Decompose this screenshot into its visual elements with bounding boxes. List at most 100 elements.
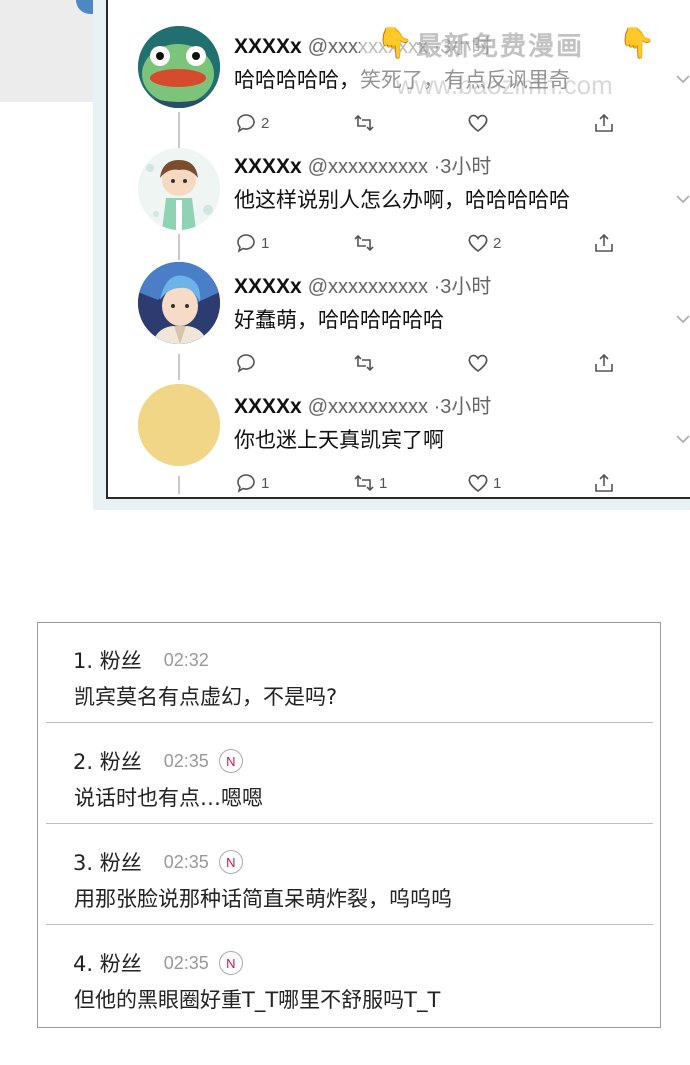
chevron-down-icon[interactable]	[674, 190, 690, 208]
comment-text: 用那张脸说那种话简直呆萌炸裂，呜呜呜	[74, 887, 452, 911]
retweet-icon	[354, 474, 374, 492]
tweet-handle-time: @xxxxxxxxxx ·3小时	[307, 156, 492, 178]
reply-count: 2	[261, 114, 270, 132]
divider	[46, 823, 653, 824]
reply-count: 1	[261, 234, 270, 252]
chevron-down-icon[interactable]	[674, 70, 690, 88]
like-button[interactable]: 2	[466, 230, 501, 256]
tweet-2: XXXXx @xxxxxxxxxx ·3小时 他这样说别人怎么办啊，哈哈哈哈哈 1…	[108, 140, 690, 260]
reply-button[interactable]: 1	[234, 230, 269, 256]
watermark-overlay: 👇 最新免费漫画 👇 www.baozimh.com	[360, 20, 668, 106]
tweet-handle-time: @xxxxxxxxxx ·3小时	[307, 276, 492, 298]
share-icon	[595, 233, 613, 252]
new-badge: N	[218, 951, 243, 975]
tweet-header: XXXXx@xxxxxxxxxx ·3小时	[234, 390, 491, 419]
comment-time: 02:35	[163, 952, 209, 973]
share-icon	[595, 473, 613, 492]
comment-text: 凯宾莫名有点虚幻，不是吗?	[74, 685, 338, 709]
thread-connector	[178, 234, 180, 260]
reply-icon	[237, 354, 255, 373]
tweet-author-name[interactable]: XXXXx	[234, 35, 302, 58]
avatar[interactable]	[138, 26, 220, 108]
comment-header: 2. 粉丝 02:35 N	[73, 746, 243, 776]
share-button[interactable]	[592, 350, 616, 376]
reply-button[interactable]: 1	[234, 470, 269, 496]
heart-icon	[468, 114, 488, 133]
boy-chibi-avatar-icon	[138, 148, 220, 230]
pointing-hand-icon: 👇	[618, 26, 656, 61]
list-item[interactable]: 3. 粉丝 02:35 N 用那张脸说那种话简直呆萌炸裂，呜呜呜	[38, 825, 659, 925]
thread-connector	[178, 476, 180, 494]
pointing-hand-icon: 👇	[376, 26, 414, 61]
watermark-url: www.baozimh.com	[396, 70, 613, 100]
share-button[interactable]	[592, 470, 616, 496]
tweet-handle-time: @xxxxxxxxxx ·3小时	[307, 396, 492, 418]
comment-user: 3. 粉丝	[73, 851, 142, 875]
tweet-actions: 1 1 1	[234, 470, 634, 498]
tweet-author-name[interactable]: XXXXx	[234, 395, 302, 418]
tweet-author-name[interactable]: XXXXx	[234, 155, 302, 178]
comment-time: 02:32	[163, 649, 209, 670]
reply-icon	[237, 234, 255, 253]
retweet-icon	[354, 114, 374, 132]
share-button[interactable]	[592, 230, 616, 256]
tweet-header: XXXXx@xxxxxxxxxx ·3小时	[234, 150, 491, 179]
comment-header: 1. 粉丝 02:32	[73, 645, 209, 675]
list-item[interactable]: 1. 粉丝 02:32 凯宾莫名有点虚幻，不是吗?	[38, 623, 659, 723]
divider	[46, 722, 653, 723]
yellow-circle-avatar-icon	[138, 384, 220, 466]
tweet-3: XXXXx @xxxxxxxxxx ·3小时 好蠢萌，哈哈哈哈哈哈	[108, 260, 690, 380]
comment-user: 1. 粉丝	[73, 649, 142, 673]
comment-time: 02:35	[163, 851, 209, 872]
tweet-text: 好蠢萌，哈哈哈哈哈哈	[234, 308, 444, 332]
like-button[interactable]: 1	[466, 470, 501, 496]
retweet-button[interactable]	[352, 110, 379, 136]
tweet-actions	[234, 350, 634, 378]
reply-count: 1	[261, 474, 270, 492]
green-character-avatar-icon	[138, 26, 220, 108]
comment-text: 说话时也有点…嗯嗯	[74, 786, 263, 810]
comment-user: 2. 粉丝	[73, 750, 142, 774]
tweet-actions: 2	[234, 110, 634, 138]
comment-text: 但他的黑眼圈好重T_T哪里不舒服吗T_T	[74, 988, 441, 1012]
list-item[interactable]: 4. 粉丝 02:35 N 但他的黑眼圈好重T_T哪里不舒服吗T_T	[38, 926, 659, 1026]
reply-button[interactable]: 2	[234, 110, 269, 136]
share-icon	[595, 353, 613, 372]
thread-connector	[178, 112, 180, 140]
tweet-4: XXXXx @xxxxxxxxxx ·3小时 你也迷上天真凯宾了啊 1 1 1	[108, 380, 690, 500]
reply-button[interactable]	[234, 350, 261, 376]
like-button[interactable]	[466, 110, 493, 136]
like-button[interactable]	[466, 350, 493, 376]
list-item[interactable]: 2. 粉丝 02:35 N 说话时也有点…嗯嗯	[38, 724, 659, 824]
comment-list: 1. 粉丝 02:32 凯宾莫名有点虚幻，不是吗? 2. 粉丝 02:35 N …	[37, 622, 661, 1028]
like-count: 2	[493, 234, 502, 252]
divider	[46, 924, 653, 925]
chevron-down-icon[interactable]	[674, 310, 690, 328]
like-count: 1	[493, 474, 502, 492]
avatar[interactable]	[138, 148, 220, 230]
share-button[interactable]	[592, 110, 616, 136]
retweet-icon	[354, 234, 374, 252]
avatar[interactable]	[138, 384, 220, 466]
background-gray-block	[0, 0, 104, 102]
thread-connector	[178, 140, 180, 148]
reply-icon	[237, 474, 255, 493]
retweet-button[interactable]	[352, 350, 379, 376]
chevron-down-icon[interactable]	[674, 430, 690, 448]
tweet-header: XXXXx@xxxxxxxxxx ·3小时	[234, 270, 491, 299]
comment-user: 4. 粉丝	[73, 952, 142, 976]
new-badge: N	[218, 850, 243, 874]
retweet-icon	[354, 354, 374, 372]
avatar[interactable]	[138, 262, 220, 344]
reply-icon	[237, 114, 255, 133]
heart-icon	[468, 354, 488, 373]
anime-boy-avatar-icon	[138, 262, 220, 344]
heart-icon	[468, 474, 488, 493]
tweet-author-name[interactable]: XXXXx	[234, 275, 302, 298]
comment-header: 3. 粉丝 02:35 N	[73, 847, 243, 877]
heart-icon	[468, 234, 488, 253]
retweet-button[interactable]: 1	[352, 470, 387, 496]
tweet-text: 他这样说别人怎么办啊，哈哈哈哈哈	[234, 188, 570, 212]
retweet-button[interactable]	[352, 230, 379, 256]
tweet-actions: 1 2	[234, 230, 634, 258]
